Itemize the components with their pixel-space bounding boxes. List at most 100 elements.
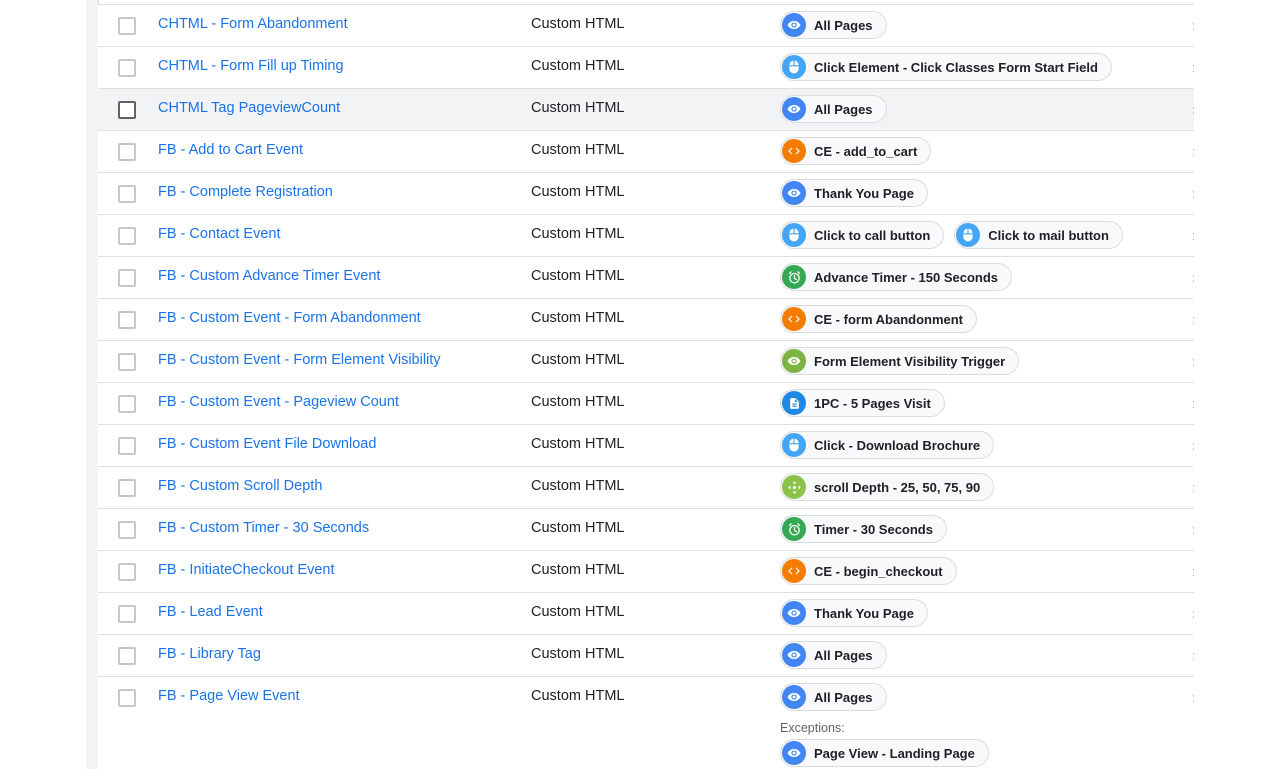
trigger-label: All Pages [814,101,873,117]
row-select-checkbox[interactable] [118,395,136,413]
trigger-chip[interactable]: All Pages [780,95,887,123]
row-select-checkbox[interactable] [118,647,136,665]
trigger-chip[interactable]: CE - form Abandonment [780,305,978,333]
tag-name-link[interactable]: FB - Page View Event [158,688,300,704]
trigger-chip[interactable]: Click - Download Brochure [780,431,995,459]
tag-name-link[interactable]: FB - Custom Event - Form Element Visibil… [158,352,441,368]
row-select-checkbox[interactable] [118,17,136,35]
table-row[interactable]: FB - Custom Advance Timer Event Custom HT… [98,257,1194,299]
tag-name-link[interactable]: FB - Custom Event File Download [158,436,376,452]
trigger-chip[interactable]: Click to call button [780,221,945,249]
table-row[interactable]: FB - Lead Event Custom HTML Thank You Page… [98,593,1194,635]
trigger-label: scroll Depth - 25, 50, 75, 90 [814,479,981,495]
row-select-checkbox[interactable] [118,437,136,455]
table-row[interactable]: FB - Library Tag Custom HTML All Pages: [98,635,1194,677]
eye-icon [782,643,806,667]
mouse-icon [782,433,806,457]
row-select-checkbox[interactable] [118,689,136,707]
tag-type: Custom HTML [531,310,625,326]
row-select-checkbox[interactable] [118,563,136,581]
tag-type: Custom HTML [531,478,625,494]
truncated-column-edge: : [1192,438,1194,453]
document-icon [782,391,806,415]
row-select-checkbox[interactable] [118,185,136,203]
truncated-column-edge: : [1192,144,1194,159]
truncated-column-edge: : [1192,522,1194,537]
trigger-label: Thank You Page [814,605,914,621]
truncated-column-edge: : [1192,312,1194,327]
trigger-chip[interactable]: Page View - Landing Page [780,739,989,767]
truncated-column-edge: : [1192,18,1194,33]
truncated-column-edge: : [1192,186,1194,201]
tag-name-link[interactable]: FB - Custom Event - Form Abandonment [158,310,421,326]
tag-type: Custom HTML [531,268,625,284]
trigger-chip[interactable]: Advance Timer - 150 Seconds [780,263,1013,291]
firing-triggers: Click to call button Click to mail button [780,221,1123,249]
tag-name-link[interactable]: FB - InitiateCheckout Event [158,562,335,578]
trigger-chip[interactable]: All Pages [780,11,887,39]
table-row[interactable]: FB - Custom Event - Form Abandonment Cust… [98,299,1194,341]
tag-name-link[interactable]: FB - Custom Event - Pageview Count [158,394,399,410]
tag-type: Custom HTML [531,604,625,620]
table-row[interactable]: FB - InitiateCheckout Event Custom HTML CE… [98,551,1194,593]
row-select-checkbox[interactable] [118,521,136,539]
table-row[interactable]: CHTML - Form Abandonment Custom HTML All P… [98,5,1194,47]
tag-type: Custom HTML [531,394,625,410]
row-select-checkbox[interactable] [118,59,136,77]
row-select-checkbox[interactable] [118,269,136,287]
tag-name-link[interactable]: FB - Custom Advance Timer Event [158,268,380,284]
tag-name-link[interactable]: FB - Add to Cart Event [158,142,303,158]
tag-name-link[interactable]: CHTML - Form Fill up Timing [158,58,344,74]
trigger-chip[interactable]: All Pages [780,641,887,669]
row-select-checkbox[interactable] [118,353,136,371]
trigger-label: Page View - Landing Page [814,745,975,761]
scroll-icon [782,475,806,499]
tag-type: Custom HTML [531,520,625,536]
table-row[interactable]: CHTML Tag PageviewCount Custom HTML All Pa… [98,89,1194,131]
truncated-column-edge: : [1192,354,1194,369]
trigger-chip[interactable]: scroll Depth - 25, 50, 75, 90 [780,473,995,501]
trigger-chip[interactable]: All Pages [780,683,887,711]
trigger-chip[interactable]: Timer - 30 Seconds [780,515,947,543]
tag-name-link[interactable]: FB - Lead Event [158,604,263,620]
tag-name-link[interactable]: FB - Custom Timer - 30 Seconds [158,520,369,536]
trigger-chip[interactable]: CE - add_to_cart [780,137,932,165]
trigger-chip[interactable]: CE - begin_checkout [780,557,957,585]
table-row[interactable]: FB - Contact Event Custom HTML Click to ca… [98,215,1194,257]
mouse-icon [956,223,981,247]
table-row[interactable]: FB - Custom Scroll Depth Custom HTML scrol… [98,467,1194,509]
truncated-column-edge: : [1192,480,1194,495]
trigger-chip[interactable]: Form Element Visibility Trigger [780,347,1020,375]
row-select-checkbox[interactable] [118,227,136,245]
trigger-chip[interactable]: Click Element - Click Classes Form Start… [780,53,1112,81]
table-row[interactable]: FB - Custom Timer - 30 Seconds Custom HTM… [98,509,1194,551]
table-row[interactable]: FB - Custom Event - Form Element Visibil… [98,341,1194,383]
tag-name-link[interactable]: FB - Custom Scroll Depth [158,478,322,494]
row-select-checkbox[interactable] [118,311,136,329]
tag-name-link[interactable]: FB - Contact Event [158,226,281,242]
tag-name-link[interactable]: FB - Complete Registration [158,184,333,200]
truncated-column-edge: : [1192,228,1194,243]
table-row[interactable]: FB - Page View Event Custom HTML All Pages… [98,677,1194,769]
tag-name-link[interactable]: CHTML - Form Abandonment [158,16,348,32]
tag-name-link[interactable]: FB - Library Tag [158,646,261,662]
trigger-chip[interactable]: Click to mail button [954,221,1123,249]
firing-triggers: 1PC - 5 Pages Visit [780,389,945,417]
table-row[interactable]: FB - Add to Cart Event Custom HTML CE - ad… [98,131,1194,173]
row-select-checkbox[interactable] [118,143,136,161]
tag-type: Custom HTML [531,646,625,662]
tag-type: Custom HTML [531,100,625,116]
table-row[interactable]: FB - Custom Event File Download Custom HT… [98,425,1194,467]
trigger-label: Form Element Visibility Trigger [814,353,1006,369]
row-select-checkbox[interactable] [118,605,136,623]
trigger-chip[interactable]: Thank You Page [780,599,928,627]
trigger-chip[interactable]: Thank You Page [780,179,928,207]
row-select-checkbox[interactable] [118,101,136,119]
trigger-chip[interactable]: 1PC - 5 Pages Visit [780,389,945,417]
table-row[interactable]: FB - Complete Registration Custom HTML Tha… [98,173,1194,215]
tag-name-link[interactable]: CHTML Tag PageviewCount [158,100,340,116]
table-row[interactable]: FB - Custom Event - Pageview Count Custom… [98,383,1194,425]
table-row[interactable]: CHTML - Form Fill up Timing Custom HTML Cl… [98,47,1194,89]
tags-table: CHTML - Form Abandonment Custom HTML All P… [98,0,1194,769]
row-select-checkbox[interactable] [118,479,136,497]
